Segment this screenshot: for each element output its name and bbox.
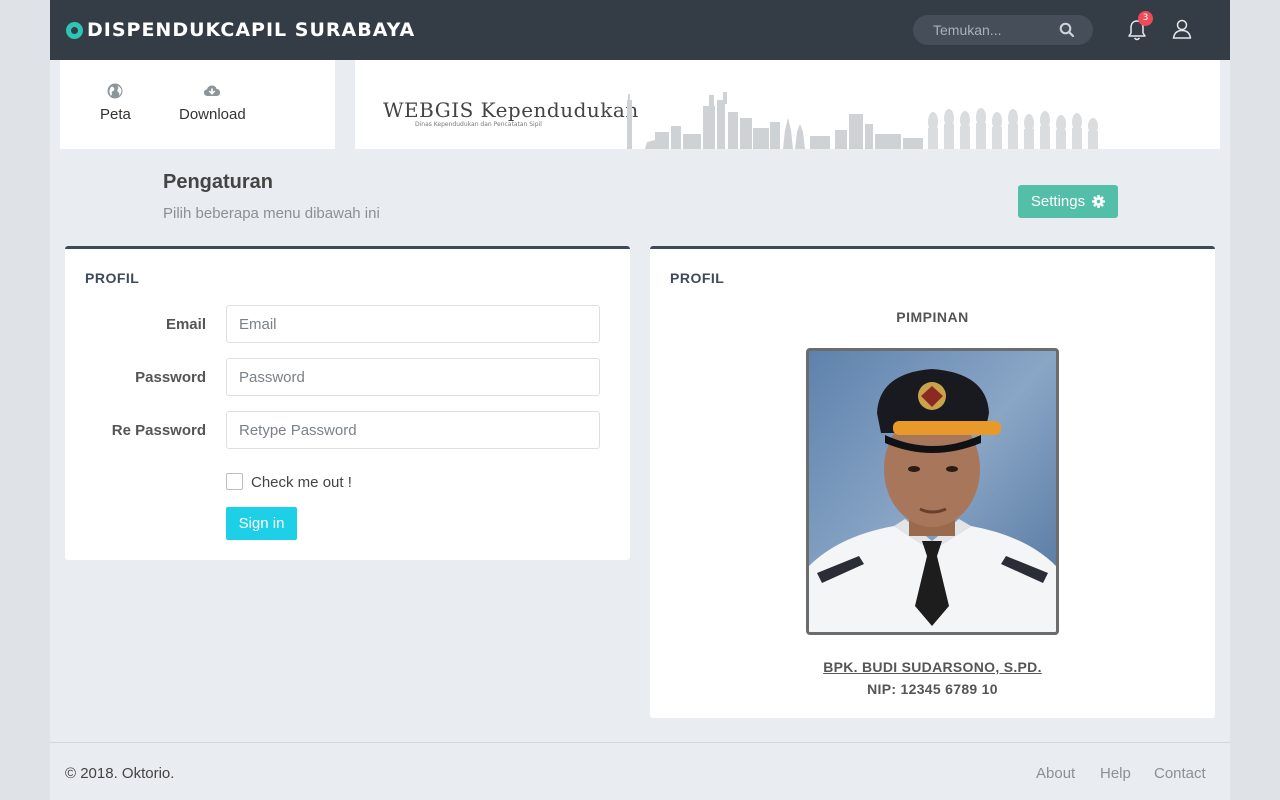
settings-button-label: Settings — [1030, 193, 1086, 210]
repassword-label: Re Password — [111, 422, 206, 439]
leader-portrait-illustration — [809, 351, 1056, 632]
globe-icon — [107, 83, 123, 99]
search-input[interactable] — [913, 15, 1063, 45]
banner-title: WEBGIS Kependudukan — [383, 98, 639, 122]
quick-nav-card: Peta Download — [60, 60, 335, 149]
search-icon[interactable] — [1059, 22, 1075, 38]
cloud-download-icon — [204, 85, 221, 96]
webgis-banner: WEBGIS Kependudukan Dinas Kependudukan d… — [355, 60, 1220, 149]
banner-subtitle: Dinas Kependudukan dan Pencatatan Sipil — [415, 121, 542, 128]
leader-photo — [806, 348, 1059, 635]
brand-logo-icon — [66, 21, 83, 39]
nav-item-label: Peta — [100, 106, 131, 123]
brand-title: DISPENDUKCAPIL SURABAYA — [87, 19, 416, 41]
check-me-out-checkbox[interactable] — [226, 473, 243, 490]
leader-profile-panel: PROFIL PIMPINAN BPK. BUDI SUDARSONO, S.P… — [650, 246, 1215, 718]
gear-icon — [1092, 195, 1106, 208]
footer-link-contact[interactable]: Contact — [1154, 765, 1206, 782]
settings-button[interactable]: Settings — [1018, 185, 1118, 218]
search-box — [913, 15, 1093, 45]
leader-role: PIMPINAN — [896, 309, 969, 325]
password-field[interactable] — [226, 358, 600, 396]
page-title: Pengaturan — [163, 171, 274, 193]
repassword-field[interactable] — [226, 411, 600, 449]
notification-badge: 3 — [1138, 11, 1153, 26]
password-label: Password — [135, 369, 206, 386]
user-icon[interactable] — [1171, 18, 1193, 40]
panel-title: PROFIL — [670, 270, 725, 286]
profile-form-panel: PROFIL Email Password Re Password Check … — [65, 246, 630, 560]
leader-nip: NIP: 12345 6789 10 — [867, 681, 998, 697]
nav-item-download[interactable]: Download — [179, 82, 246, 123]
brand[interactable]: DISPENDUKCAPIL SURABAYA — [66, 17, 415, 43]
nav-item-peta[interactable]: Peta — [100, 82, 131, 123]
page-subtitle: Pilih beberapa menu dibawah ini — [163, 205, 380, 222]
panel-title: PROFIL — [85, 270, 140, 286]
copyright-text: © 2018. Oktorio. — [65, 765, 175, 782]
nav-item-label: Download — [179, 106, 246, 123]
footer: © 2018. Oktorio. About Help Contact — [50, 742, 1230, 800]
email-field[interactable] — [226, 305, 600, 343]
email-label: Email — [165, 316, 206, 333]
city-skyline-illustration — [627, 92, 1098, 149]
footer-link-about[interactable]: About — [1036, 765, 1075, 782]
footer-link-help[interactable]: Help — [1100, 765, 1131, 782]
sign-in-button[interactable]: Sign in — [226, 507, 297, 540]
top-navbar: DISPENDUKCAPIL SURABAYA 3 — [50, 0, 1230, 60]
leader-name-link[interactable]: BPK. BUDI SUDARSONO, S.PD. — [650, 659, 1215, 675]
check-me-out-label[interactable]: Check me out ! — [251, 474, 352, 491]
app-shell: DISPENDUKCAPIL SURABAYA 3 Peta — [50, 0, 1230, 800]
